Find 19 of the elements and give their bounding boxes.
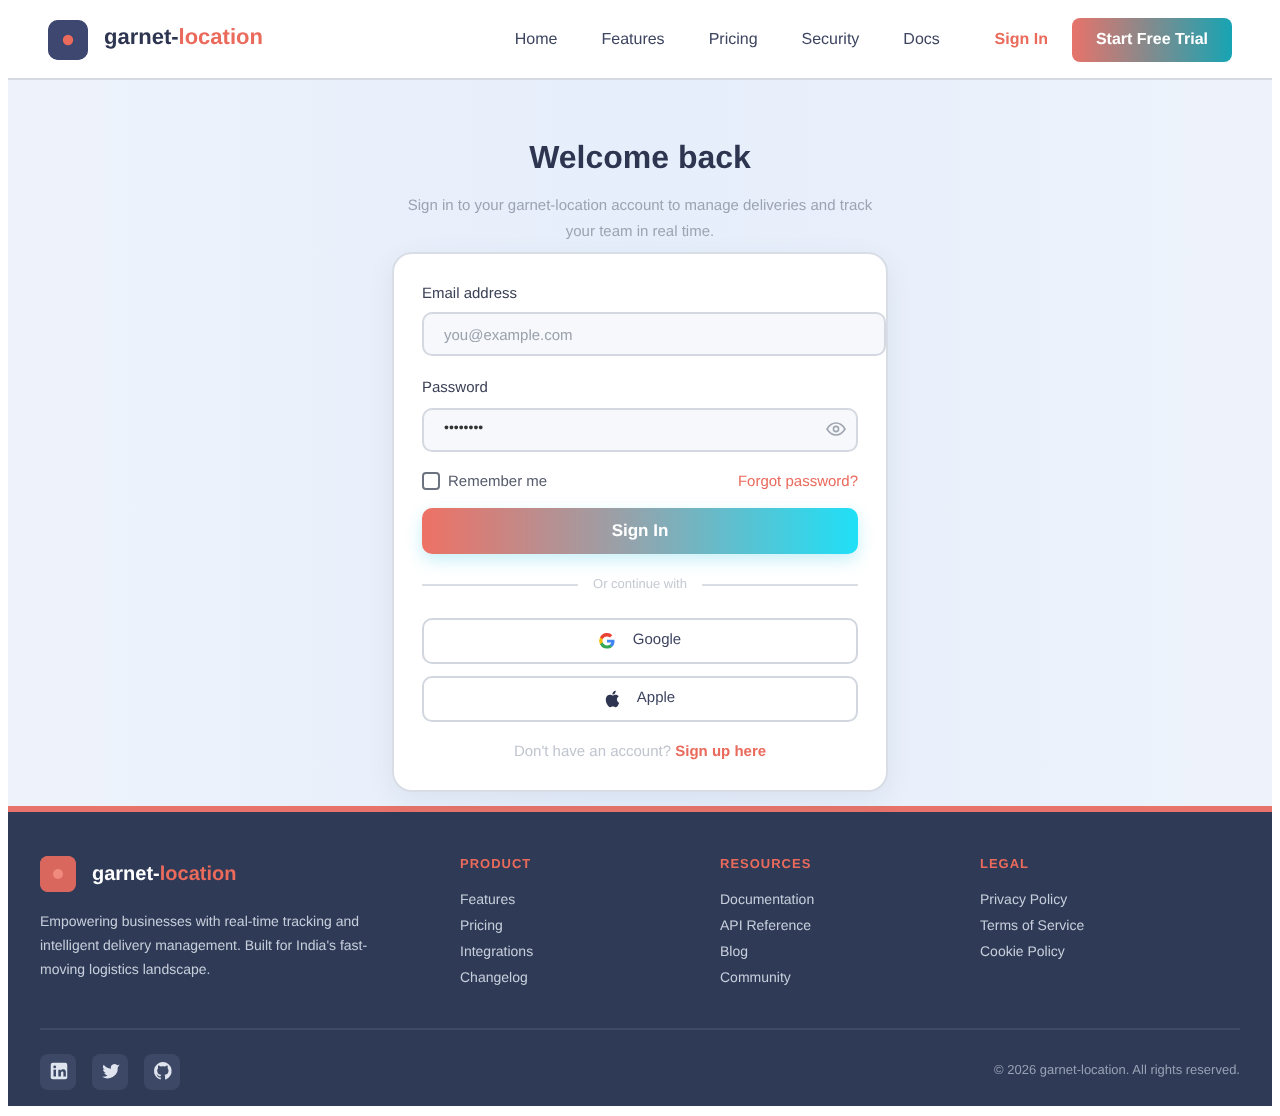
bird-icon xyxy=(99,1060,121,1083)
linkedin-icon xyxy=(47,1060,69,1083)
github-icon xyxy=(151,1060,173,1083)
brand-name[interactable]: garnet-location xyxy=(104,22,263,56)
github-button[interactable] xyxy=(144,1053,180,1090)
logo-icon xyxy=(48,19,88,59)
nav-link[interactable]: Features xyxy=(601,27,665,51)
linkedin-button[interactable] xyxy=(40,1053,76,1090)
remember-checkbox[interactable] xyxy=(422,471,440,490)
page-title: Welcome back xyxy=(529,140,751,180)
nav-link[interactable]: Docs xyxy=(903,27,940,51)
nav-link[interactable]: Home xyxy=(514,27,558,51)
twitter-button[interactable] xyxy=(92,1053,128,1090)
logo-icon xyxy=(40,856,76,892)
brand-name: garnet-location xyxy=(92,861,237,889)
google-icon xyxy=(598,631,617,649)
nav-link[interactable]: Pricing xyxy=(708,27,758,51)
nav-link[interactable]: Security xyxy=(801,27,860,51)
apple-icon xyxy=(604,689,621,707)
